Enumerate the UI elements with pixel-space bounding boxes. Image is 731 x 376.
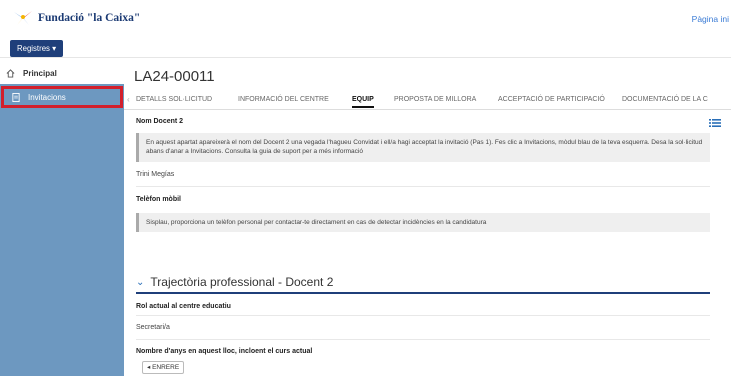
- rol-value: Secretari/a: [136, 324, 170, 331]
- sidebar-item-principal[interactable]: Principal: [0, 62, 124, 84]
- section-title: Trajectòria professional - Docent 2: [150, 275, 334, 289]
- registres-bar: Registres ▾: [0, 34, 731, 58]
- divider: [136, 186, 710, 187]
- tab-proposta-millora[interactable]: PROPOSTA DE MILLORA: [394, 96, 476, 103]
- tab-acceptacio-participacio[interactable]: ACCEPTACIÓ DE PARTICIPACIÓ: [498, 96, 605, 103]
- top-bar: Fundació "la Caixa" Pàgina ini: [0, 0, 731, 34]
- logo[interactable]: Fundació "la Caixa": [12, 10, 140, 26]
- phone-label: Telèfon mòbil: [136, 196, 181, 203]
- page-title: LA24-00011: [134, 68, 215, 85]
- section-header-trajectoria[interactable]: ⌄ Trajectòria professional - Docent 2: [136, 272, 710, 294]
- sidebar-item-invitacions[interactable]: Invitacions: [1, 86, 123, 108]
- la-caixa-star-icon: [14, 11, 32, 25]
- docent-info-box: En aquest apartat apareixerà el nom del …: [136, 133, 710, 162]
- sidebar: Principal Invitacions: [0, 58, 124, 376]
- logo-text: Fundació "la Caixa": [38, 12, 141, 24]
- document-icon: [12, 92, 20, 102]
- sidebar-blue-panel: [0, 84, 124, 376]
- main-content: LA24-00011 ‹ DETALLS SOL·LICITUD INFORMA…: [124, 58, 731, 376]
- anys-label: Nombre d'anys en aquest lloc, incloent e…: [136, 348, 313, 355]
- tab-bar: ‹ DETALLS SOL·LICITUD INFORMACIÓ DEL CEN…: [124, 92, 731, 110]
- tab-detalls[interactable]: DETALLS SOL·LICITUD: [136, 96, 212, 103]
- phone-info-box: Sisplau, proporciona un telèfon personal…: [136, 213, 710, 233]
- tab-documentacio[interactable]: DOCUMENTACIÓ DE LA C: [622, 96, 708, 103]
- sidebar-item-label: Principal: [23, 68, 57, 78]
- sidebar-item-label: Invitacions: [28, 92, 66, 102]
- docent-label: Nom Docent 2: [136, 118, 184, 125]
- tab-informacio-centre[interactable]: INFORMACIÓ DEL CENTRE: [238, 96, 329, 103]
- chevron-left-icon[interactable]: ‹: [127, 95, 130, 104]
- list-icon[interactable]: [707, 116, 723, 130]
- home-page-link[interactable]: Pàgina ini: [692, 14, 729, 24]
- rol-label: Rol actual al centre educatiu: [136, 303, 231, 310]
- tab-equip[interactable]: EQUIP: [352, 96, 374, 108]
- docent-value: Trini Megías: [136, 171, 175, 178]
- registres-dropdown-button[interactable]: Registres ▾: [10, 40, 64, 57]
- chevron-down-icon: ⌄: [136, 276, 145, 288]
- divider: [136, 315, 710, 316]
- divider: [136, 339, 710, 340]
- back-button[interactable]: ◂ ENRERE: [142, 361, 185, 374]
- home-icon: [6, 68, 15, 78]
